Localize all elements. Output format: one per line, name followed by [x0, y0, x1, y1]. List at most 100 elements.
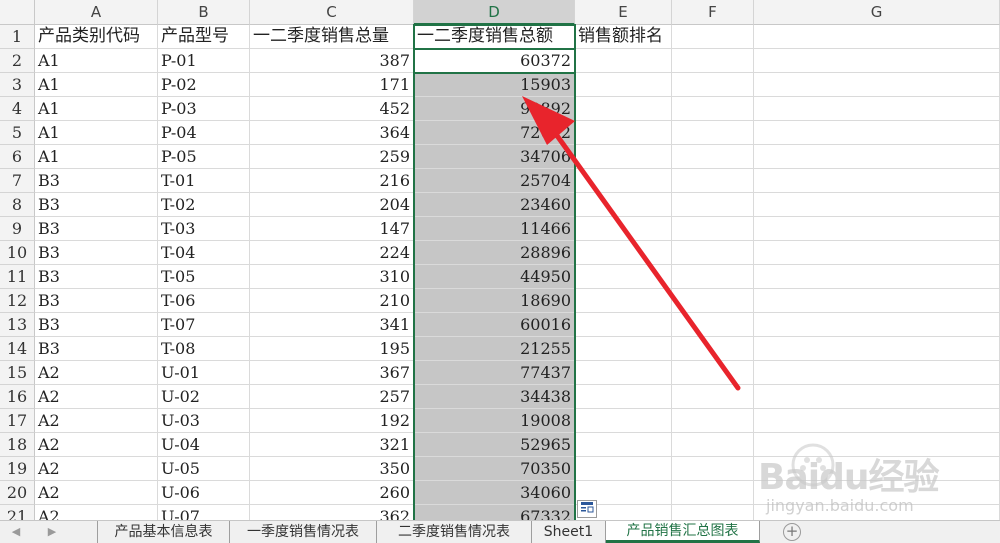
- cell-b6[interactable]: P-05: [158, 145, 250, 169]
- cell-e3[interactable]: [575, 73, 672, 97]
- cell-c6[interactable]: 259: [250, 145, 414, 169]
- cell-c21[interactable]: 362: [250, 505, 414, 520]
- cell-e10[interactable]: [575, 241, 672, 265]
- cell-g5[interactable]: [754, 121, 1000, 145]
- cell-g7[interactable]: [754, 169, 1000, 193]
- cell-e6[interactable]: [575, 145, 672, 169]
- tab-sheet-1[interactable]: 产品基本信息表: [97, 521, 230, 543]
- cell-g15[interactable]: [754, 361, 1000, 385]
- cell-g3[interactable]: [754, 73, 1000, 97]
- cell-a3[interactable]: A1: [35, 73, 158, 97]
- cell-b18[interactable]: U-04: [158, 433, 250, 457]
- row-header[interactable]: 1: [0, 25, 35, 49]
- row-header[interactable]: 12: [0, 289, 35, 313]
- row-header[interactable]: 6: [0, 145, 35, 169]
- row-header[interactable]: 7: [0, 169, 35, 193]
- cell-f13[interactable]: [672, 313, 754, 337]
- cell-c17[interactable]: 192: [250, 409, 414, 433]
- cell-b16[interactable]: U-02: [158, 385, 250, 409]
- cell-a10[interactable]: B3: [35, 241, 158, 265]
- cell-d8[interactable]: 23460: [414, 193, 575, 217]
- cell-c4[interactable]: 452: [250, 97, 414, 121]
- cell-d7[interactable]: 25704: [414, 169, 575, 193]
- cell-c10[interactable]: 224: [250, 241, 414, 265]
- column-header-f[interactable]: F: [672, 0, 754, 25]
- cell-e19[interactable]: [575, 457, 672, 481]
- cell-e11[interactable]: [575, 265, 672, 289]
- cell-f7[interactable]: [672, 169, 754, 193]
- cell-f3[interactable]: [672, 73, 754, 97]
- cell-c2[interactable]: 387: [250, 49, 414, 73]
- cell-g9[interactable]: [754, 217, 1000, 241]
- cell-c9[interactable]: 147: [250, 217, 414, 241]
- cell-a7[interactable]: B3: [35, 169, 158, 193]
- cell-f6[interactable]: [672, 145, 754, 169]
- cell-a5[interactable]: A1: [35, 121, 158, 145]
- row-header[interactable]: 3: [0, 73, 35, 97]
- cell-f17[interactable]: [672, 409, 754, 433]
- row-header[interactable]: 4: [0, 97, 35, 121]
- cell-d6[interactable]: 34706: [414, 145, 575, 169]
- cell-a4[interactable]: A1: [35, 97, 158, 121]
- row-header[interactable]: 16: [0, 385, 35, 409]
- cell-f20[interactable]: [672, 481, 754, 505]
- cell-c11[interactable]: 310: [250, 265, 414, 289]
- cell-b12[interactable]: T-06: [158, 289, 250, 313]
- cell-a1[interactable]: 产品类别代码: [35, 25, 158, 49]
- cell-a2[interactable]: A1: [35, 49, 158, 73]
- cell-g10[interactable]: [754, 241, 1000, 265]
- cell-b9[interactable]: T-03: [158, 217, 250, 241]
- cell-g18[interactable]: [754, 433, 1000, 457]
- cell-d18[interactable]: 52965: [414, 433, 575, 457]
- row-header[interactable]: 15: [0, 361, 35, 385]
- column-header-g[interactable]: G: [754, 0, 1000, 25]
- cell-e13[interactable]: [575, 313, 672, 337]
- cell-f8[interactable]: [672, 193, 754, 217]
- cell-d15[interactable]: 77437: [414, 361, 575, 385]
- cell-e2[interactable]: [575, 49, 672, 73]
- cell-g16[interactable]: [754, 385, 1000, 409]
- cell-c20[interactable]: 260: [250, 481, 414, 505]
- cell-a9[interactable]: B3: [35, 217, 158, 241]
- cell-g4[interactable]: [754, 97, 1000, 121]
- cell-g13[interactable]: [754, 313, 1000, 337]
- cell-e16[interactable]: [575, 385, 672, 409]
- cell-d5[interactable]: 72072: [414, 121, 575, 145]
- cell-b1[interactable]: 产品型号: [158, 25, 250, 49]
- cell-b8[interactable]: T-02: [158, 193, 250, 217]
- cell-f16[interactable]: [672, 385, 754, 409]
- cell-b21[interactable]: U-07: [158, 505, 250, 520]
- cell-d14[interactable]: 21255: [414, 337, 575, 361]
- tab-sheet-5[interactable]: 产品销售汇总图表: [606, 521, 760, 543]
- cell-b7[interactable]: T-01: [158, 169, 250, 193]
- cell-d19[interactable]: 70350: [414, 457, 575, 481]
- cell-a14[interactable]: B3: [35, 337, 158, 361]
- cell-d3[interactable]: 15903: [414, 73, 575, 97]
- cell-e8[interactable]: [575, 193, 672, 217]
- cell-b14[interactable]: T-08: [158, 337, 250, 361]
- row-header[interactable]: 10: [0, 241, 35, 265]
- cell-d12[interactable]: 18690: [414, 289, 575, 313]
- cell-b2[interactable]: P-01: [158, 49, 250, 73]
- cell-c14[interactable]: 195: [250, 337, 414, 361]
- cell-d10[interactable]: 28896: [414, 241, 575, 265]
- row-header[interactable]: 5: [0, 121, 35, 145]
- cell-c5[interactable]: 364: [250, 121, 414, 145]
- plus-icon[interactable]: +: [783, 523, 801, 541]
- cell-a19[interactable]: A2: [35, 457, 158, 481]
- cell-f10[interactable]: [672, 241, 754, 265]
- cell-g2[interactable]: [754, 49, 1000, 73]
- cell-a6[interactable]: A1: [35, 145, 158, 169]
- cell-a18[interactable]: A2: [35, 433, 158, 457]
- cell-d2[interactable]: 60372: [414, 49, 575, 73]
- cell-b5[interactable]: P-04: [158, 121, 250, 145]
- column-header-e[interactable]: E: [575, 0, 672, 25]
- row-header[interactable]: 13: [0, 313, 35, 337]
- row-header[interactable]: 21: [0, 505, 35, 520]
- cell-c15[interactable]: 367: [250, 361, 414, 385]
- cell-g17[interactable]: [754, 409, 1000, 433]
- cell-a12[interactable]: B3: [35, 289, 158, 313]
- cell-e7[interactable]: [575, 169, 672, 193]
- cell-c13[interactable]: 341: [250, 313, 414, 337]
- row-header[interactable]: 9: [0, 217, 35, 241]
